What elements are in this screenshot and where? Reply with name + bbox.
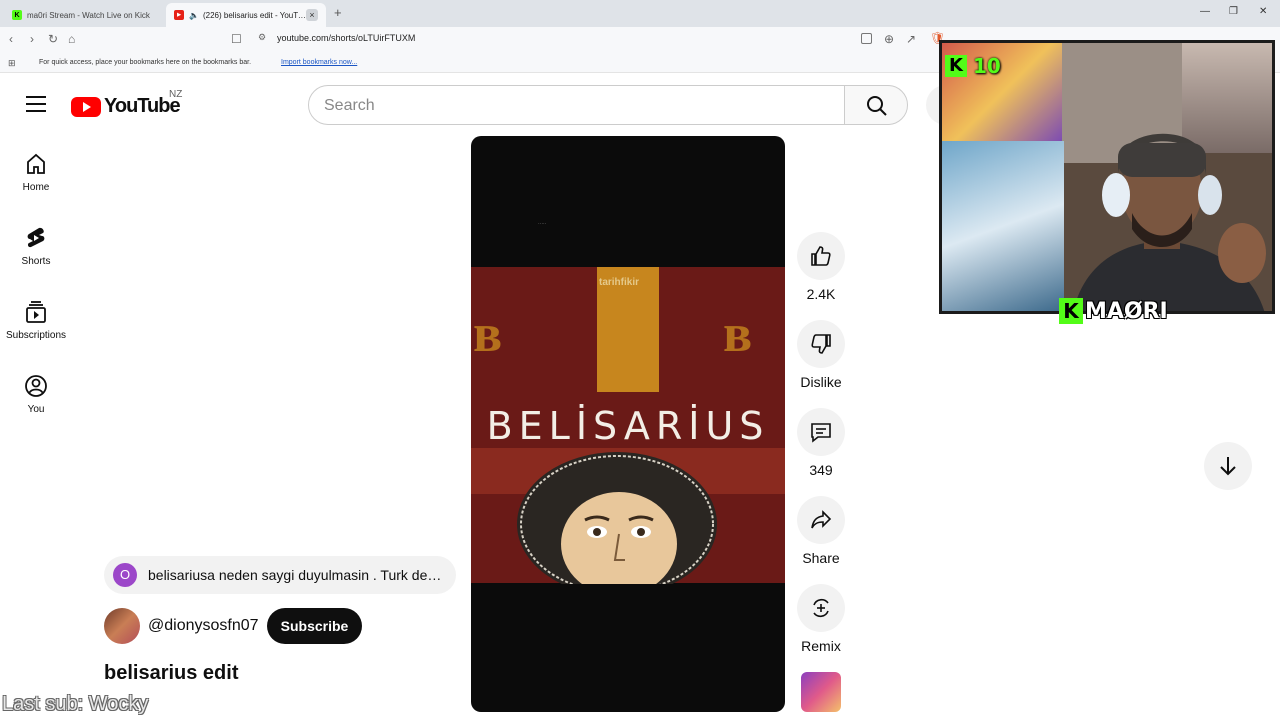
- search-button[interactable]: [844, 85, 908, 125]
- last-sub-overlay: Last sub: Wocky: [2, 693, 149, 715]
- site-info-icon[interactable]: ⚙: [258, 32, 266, 43]
- close-tab-icon[interactable]: ×: [306, 9, 318, 21]
- thumbs-up-icon: [811, 246, 831, 266]
- home-browser-icon[interactable]: ⌂: [68, 32, 75, 46]
- share-page-icon[interactable]: ↗: [906, 32, 916, 46]
- zoom-icon[interactable]: ⊕: [884, 32, 894, 46]
- shorts-video-player[interactable]: ····· ʙ ʙ tarihfikir BELİSARİUS: [471, 136, 785, 712]
- menu-icon[interactable]: [26, 96, 46, 112]
- search-input[interactable]: Search: [308, 85, 845, 125]
- home-icon: [27, 153, 45, 174]
- dislike-label: Dislike: [800, 374, 842, 390]
- kick-favicon-icon: K: [12, 10, 22, 20]
- kick-logo-icon: K: [1059, 298, 1083, 324]
- arrow-down-icon: [1220, 457, 1236, 476]
- speaker-icon: 🔈: [189, 10, 199, 20]
- tab-title: (226) belisarius edit - YouTube: [202, 10, 306, 20]
- sidebar-item-subscriptions[interactable]: Subscriptions: [0, 300, 72, 341]
- url-text[interactable]: youtube.com/shorts/oLTUirFTUXM: [277, 33, 415, 43]
- pinned-comment[interactable]: O belisariusa neden saygi duyulmasin . T…: [104, 556, 456, 594]
- new-tab-button[interactable]: +: [334, 5, 342, 20]
- like-button[interactable]: 2.4K: [797, 232, 845, 302]
- sound-avatar[interactable]: [801, 672, 841, 712]
- channel-name[interactable]: @dionysosfn07: [148, 617, 259, 635]
- cast-icon[interactable]: [861, 33, 872, 44]
- remix-icon: [813, 598, 829, 618]
- import-bookmarks-link[interactable]: Import bookmarks now...: [281, 59, 357, 66]
- streamer-webcam-image: [1073, 133, 1266, 311]
- byzantine-emblem-left: ʙ: [473, 303, 503, 363]
- comment-count: 349: [809, 462, 833, 478]
- search-icon: [867, 96, 887, 116]
- kick-logo-icon: K: [945, 55, 967, 77]
- comments-button[interactable]: 349: [797, 408, 845, 478]
- screen: K ma0ri Stream - Watch Live on Kick ▶ 🔈 …: [0, 0, 1280, 720]
- tab-kick-stream[interactable]: K ma0ri Stream - Watch Live on Kick: [4, 3, 162, 27]
- mosaic-portrait-image: [517, 452, 717, 584]
- comment-icon: [811, 423, 831, 443]
- country-code: NZ: [169, 89, 183, 100]
- remix-button[interactable]: Remix: [797, 584, 845, 654]
- video-overlay-title: BELİSARİUS: [486, 404, 770, 448]
- kick-viewer-badge: K 10: [945, 54, 1001, 78]
- account-icon: [25, 375, 47, 397]
- dislike-button[interactable]: Dislike: [797, 320, 845, 390]
- comment-text: belisariusa neden saygi duyulmasin . Tur…: [148, 567, 448, 583]
- sidebar-item-you[interactable]: You: [0, 374, 72, 415]
- video-small-text: ·····: [538, 221, 547, 227]
- remix-label: Remix: [801, 638, 841, 654]
- tab-youtube[interactable]: ▶ 🔈 (226) belisarius edit - YouTube ×: [166, 3, 326, 27]
- subscriptions-icon: [26, 301, 46, 323]
- tab-title: ma0ri Stream - Watch Live on Kick: [27, 10, 150, 20]
- byzantine-emblem-right: ʙ: [723, 303, 753, 363]
- reload-icon[interactable]: ↻: [48, 32, 58, 46]
- thumbs-down-icon: [811, 334, 831, 354]
- sidebar-item-label: Shorts: [21, 256, 51, 267]
- youtube-play-icon: [71, 96, 101, 117]
- wall-poster: [942, 141, 1064, 311]
- bookmark-icon[interactable]: ☐: [231, 32, 242, 46]
- close-window-icon[interactable]: ✕: [1259, 6, 1267, 17]
- youtube-logo[interactable]: YouTube: [71, 95, 181, 118]
- sidebar-item-label: You: [27, 404, 45, 415]
- channel-avatar[interactable]: [104, 608, 140, 644]
- forward-icon[interactable]: ›: [30, 32, 34, 46]
- commenter-avatar: O: [113, 563, 137, 587]
- restore-icon[interactable]: ❐: [1229, 6, 1238, 17]
- viewer-count: 10: [973, 54, 1001, 78]
- sidebar-item-shorts[interactable]: Shorts: [0, 226, 72, 267]
- back-icon[interactable]: ‹: [9, 32, 13, 46]
- video-watermark: tarihfikir: [599, 277, 640, 288]
- sidebar-item-label: Subscriptions: [5, 330, 67, 341]
- webcam-overlay: [939, 40, 1275, 314]
- tab-bar: K ma0ri Stream - Watch Live on Kick ▶ 🔈 …: [0, 0, 1280, 27]
- share-label: Share: [802, 550, 840, 566]
- kick-streamer-tag: K MAØRI: [1059, 298, 1168, 324]
- share-button[interactable]: Share: [797, 496, 845, 566]
- sidebar-item-label: Home: [22, 182, 50, 193]
- shorts-icon: [27, 227, 45, 248]
- sidebar-item-home[interactable]: Home: [0, 152, 72, 193]
- apps-grid-icon[interactable]: ⊞: [8, 58, 16, 69]
- like-count: 2.4K: [806, 286, 836, 302]
- short-title: belisarius edit: [104, 662, 239, 684]
- streamer-name: MAØRI: [1085, 298, 1168, 324]
- bookmarks-hint: For quick access, place your bookmarks h…: [39, 59, 252, 66]
- subscribe-button[interactable]: Subscribe: [267, 608, 362, 644]
- minimize-icon[interactable]: —: [1200, 6, 1210, 17]
- next-short-button[interactable]: [1204, 442, 1252, 490]
- youtube-favicon-icon: ▶: [174, 10, 184, 20]
- share-icon: [811, 510, 832, 529]
